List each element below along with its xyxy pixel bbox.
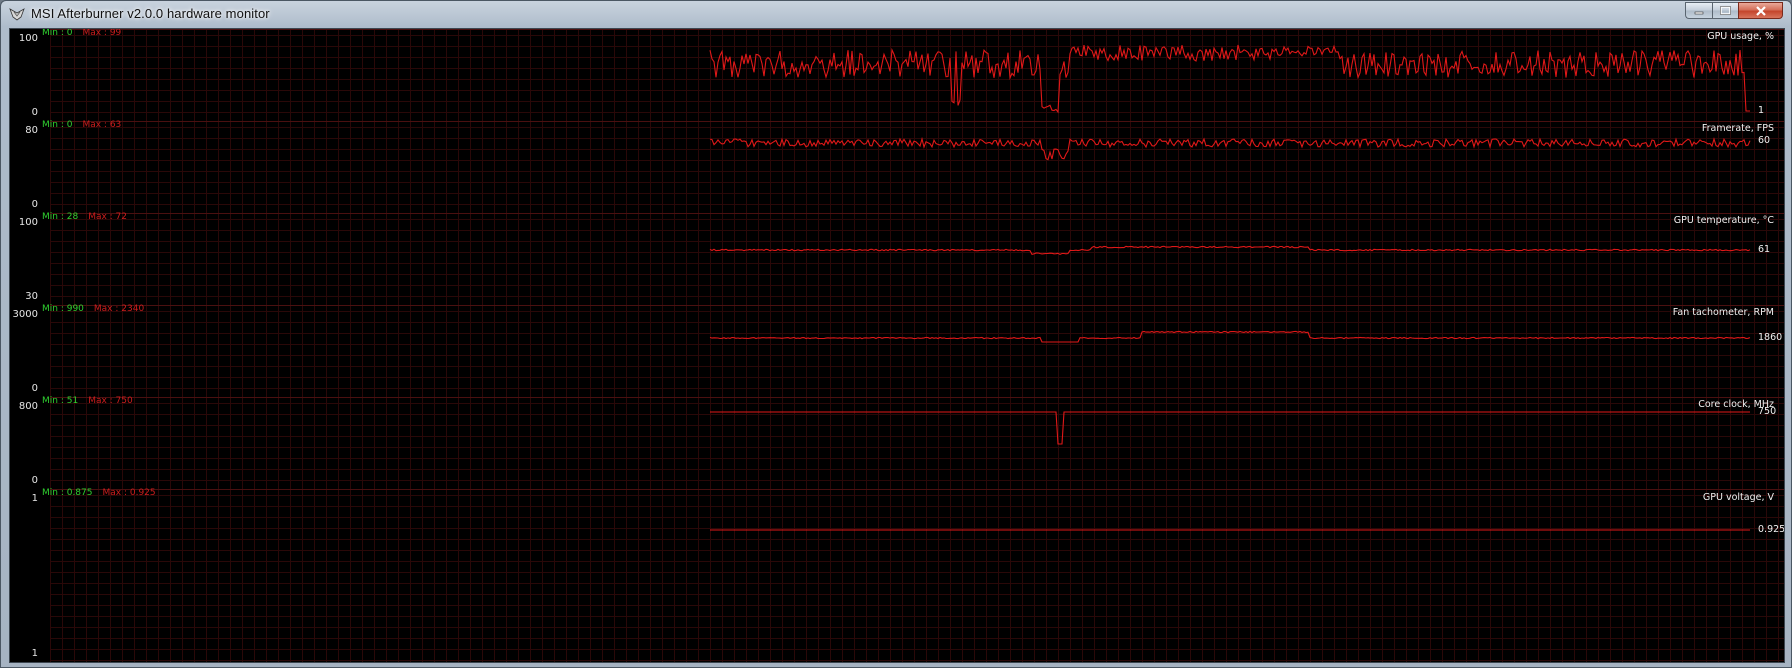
minimize-icon — [1694, 11, 1704, 14]
close-icon — [1755, 5, 1766, 16]
title-bar[interactable]: MSI Afterburner v2.0.0 hardware monitor — [1, 1, 1791, 27]
maximize-icon — [1720, 6, 1731, 15]
afterburner-window: MSI Afterburner v2.0.0 hardware monitor … — [0, 0, 1792, 668]
window-title: MSI Afterburner v2.0.0 hardware monitor — [31, 6, 270, 21]
fan-tachometer-trace — [709, 330, 1751, 343]
minimize-button[interactable] — [1685, 2, 1712, 19]
close-button[interactable] — [1738, 2, 1783, 19]
core-clock-trace — [710, 411, 1750, 445]
gpu-voltage-panel: 1 1 Min : 0.875 Max : 0.925 GPU voltage, V 0.… — [10, 488, 1785, 662]
framerate-trace — [709, 136, 1751, 161]
gpu-usage-current-value: 1 — [1758, 105, 1765, 116]
fan-tachometer-panel: 3000 0 Min : 990 Max : 2340 Fan tachometer, … — [10, 304, 1784, 397]
gpu-usage-panel: 100 0 Min : 0 Max : 99 GPU usage, % 1 — [10, 29, 1784, 121]
gpu-voltage-current-value: 0.925 — [1758, 524, 1785, 535]
gpu-usage-trace — [709, 44, 1750, 114]
framerate-current-value: 60 — [1758, 134, 1771, 146]
gpu-temperature-trace — [709, 245, 1751, 256]
framerate-panel: 80 0 Min : 0 Max : 63 Framerate, FPS 60 — [10, 120, 1784, 213]
framerate-line — [709, 136, 1751, 161]
core-clock-current-value: 750 — [1758, 406, 1777, 417]
hardware-monitor-graphs[interactable]: 100 0 Min : 0 Max : 99 GPU usage, % 1 80 0 Min :… — [9, 28, 1785, 663]
fan-tachometer-line — [709, 330, 1751, 343]
maximize-button[interactable] — [1712, 2, 1738, 19]
fan-tachometer-current-value: 1860 — [1758, 331, 1783, 343]
gpu-temperature-current-value: 61 — [1758, 243, 1771, 255]
gpu-usage-line — [709, 44, 1750, 114]
gpu-temperature-line — [709, 245, 1751, 256]
core-clock-line — [710, 411, 1750, 445]
window-controls — [1685, 2, 1783, 20]
core-clock-panel: 800 0 Min : 51 Max : 750 Core clock, MHz 750 — [10, 396, 1784, 489]
gpu-voltage-trace — [710, 529, 1750, 531]
afterburner-app-icon[interactable] — [9, 7, 25, 21]
gpu-temperature-panel: 100 30 Min : 28 Max : 72 GPU temperature, °C… — [10, 212, 1784, 305]
